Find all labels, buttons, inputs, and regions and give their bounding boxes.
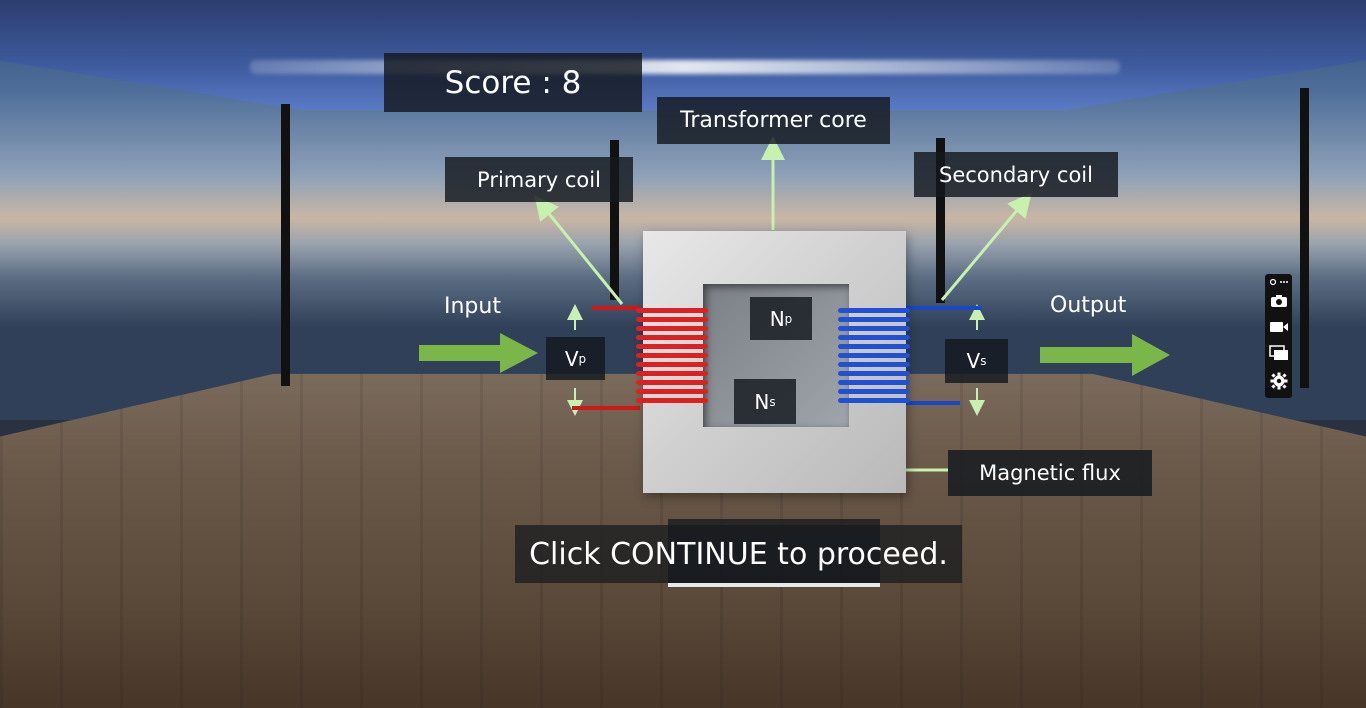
instruction-text: Click CONTINUE to proceed. <box>529 536 948 572</box>
vp-label: Vp <box>546 337 605 380</box>
vp-main: V <box>564 346 579 371</box>
secondary-coil <box>838 308 912 408</box>
transformer-core-label: Transformer core <box>657 97 890 144</box>
camera-icon[interactable] <box>1265 290 1292 312</box>
vs-sub: s <box>980 354 987 368</box>
side-toolbar <box>1265 274 1292 398</box>
primary-coil-label-text: Primary coil <box>477 167 601 192</box>
magnetic-flux-label-text: Magnetic flux <box>979 461 1121 485</box>
vs-label: Vs <box>945 339 1008 383</box>
ns-label: Ns <box>734 379 796 424</box>
output-text: Output <box>1050 293 1127 318</box>
score-text: Score : 8 <box>444 64 582 101</box>
vs-main: V <box>966 349 981 373</box>
secondary-coil-label-text: Secondary coil <box>939 162 1093 187</box>
link-more-icon[interactable] <box>1265 274 1292 290</box>
np-label: Np <box>750 297 812 340</box>
np-main: N <box>769 306 785 331</box>
secondary-coil-label: Secondary coil <box>914 152 1118 197</box>
windows-icon[interactable] <box>1265 342 1292 364</box>
ns-main: N <box>754 389 770 414</box>
input-text: Input <box>444 294 501 319</box>
primary-coil <box>636 308 710 412</box>
secondary-coil-pointer-line <box>940 192 1032 301</box>
gear-icon[interactable] <box>1265 370 1292 392</box>
vp-sub: p <box>578 351 587 366</box>
video-icon[interactable] <box>1265 316 1292 338</box>
instruction-banner: Click CONTINUE to proceed. <box>515 525 962 583</box>
input-arrow <box>419 333 538 373</box>
score-display: Score : 8 <box>384 53 642 112</box>
primary-coil-label: Primary coil <box>445 157 633 202</box>
np-sub: p <box>784 311 793 326</box>
output-arrow <box>1040 334 1170 376</box>
magnetic-flux-label: Magnetic flux <box>948 450 1152 496</box>
transformer-core-label-text: Transformer core <box>680 108 867 133</box>
primary-coil-pointer-line <box>534 195 624 305</box>
ns-sub: s <box>769 394 776 409</box>
